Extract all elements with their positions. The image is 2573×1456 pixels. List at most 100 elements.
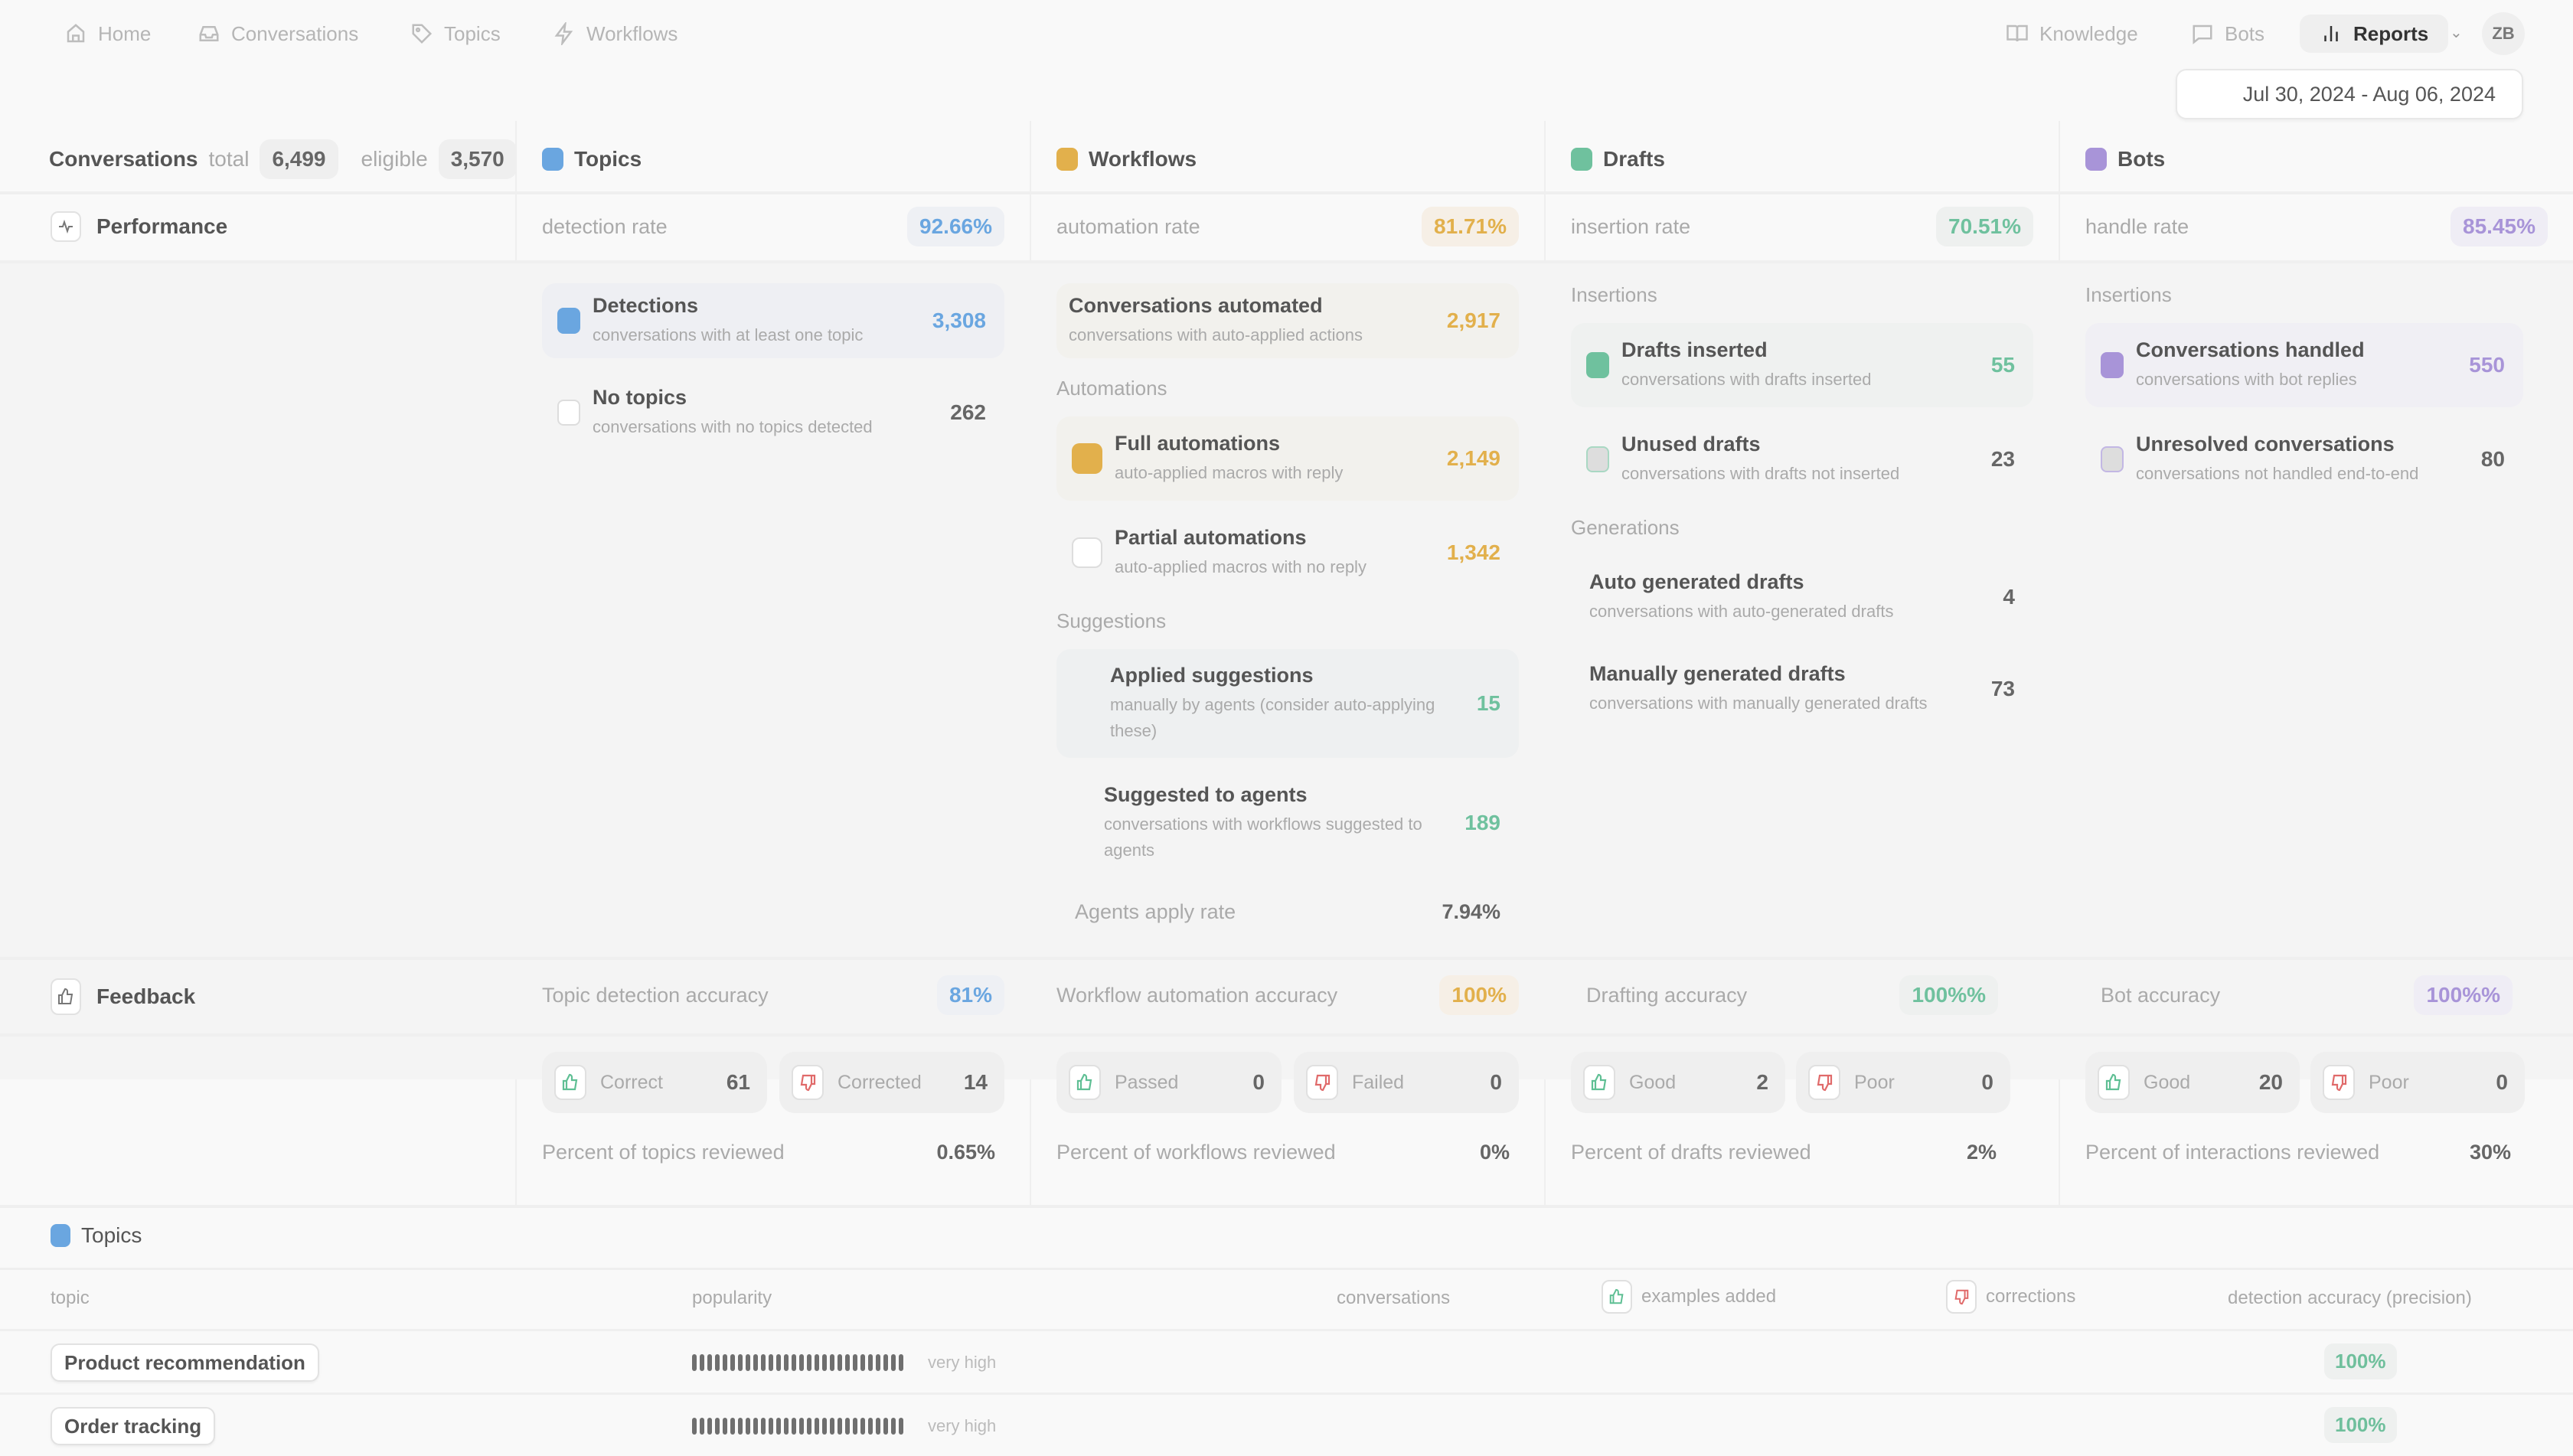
conversations-handled-title: Conversations handled bbox=[2136, 338, 2365, 361]
col-examples-added[interactable]: examples added bbox=[1602, 1280, 1776, 1314]
detections-value: 3,308 bbox=[932, 309, 986, 332]
conversations-handled-card[interactable]: Conversations handled conversations with … bbox=[2085, 323, 2523, 407]
unused-drafts-checkbox[interactable] bbox=[1586, 446, 1609, 472]
unresolved-conversations-checkbox[interactable] bbox=[2101, 446, 2124, 472]
partial-automations-card[interactable]: Partial automations auto-applied macros w… bbox=[1056, 513, 1519, 593]
topic-tag[interactable]: Order tracking bbox=[51, 1407, 216, 1445]
bots-good-button[interactable]: Good 20 bbox=[2085, 1052, 2300, 1113]
nav-knowledge[interactable]: Knowledge bbox=[2006, 17, 2138, 51]
popularity-tick bbox=[838, 1354, 842, 1371]
avatar[interactable]: ZB bbox=[2482, 12, 2525, 55]
corrected-button[interactable]: Corrected 14 bbox=[779, 1052, 1004, 1113]
detections-checkbox[interactable] bbox=[557, 308, 580, 334]
conversations-automated-card[interactable]: Conversations automated conversations wit… bbox=[1056, 283, 1519, 358]
unresolved-conversations-title: Unresolved conversations bbox=[2136, 432, 2395, 455]
drafting-accuracy-value: 100%% bbox=[1899, 975, 1998, 1015]
bots-poor-button[interactable]: Poor 0 bbox=[2310, 1052, 2525, 1113]
detections-subtitle: conversations with at least one topic bbox=[593, 325, 864, 344]
suggested-to-agents-card[interactable]: Suggested to agents conversations with wo… bbox=[1056, 769, 1519, 877]
popularity-tick bbox=[860, 1354, 865, 1371]
topic-detection-accuracy: Topic detection accuracy 81% bbox=[542, 972, 1004, 1018]
nav-workflows-label: Workflows bbox=[586, 21, 678, 45]
suggested-to-agents-value: 189 bbox=[1464, 811, 1500, 834]
full-automations-checkbox[interactable] bbox=[1072, 443, 1102, 474]
table-row[interactable]: Product recommendation very high 100% bbox=[0, 1331, 2573, 1392]
col-popularity-label: popularity bbox=[692, 1288, 772, 1308]
col-corrections[interactable]: corrections bbox=[1946, 1280, 2075, 1314]
popularity-tick bbox=[753, 1354, 758, 1371]
drafts-section-title: Drafts bbox=[1571, 136, 1665, 182]
col-popularity[interactable]: popularity bbox=[692, 1288, 772, 1309]
drafts-inserted-card[interactable]: Drafts inserted conversations with drafts… bbox=[1571, 323, 2033, 407]
nav-conversations[interactable]: Conversations bbox=[198, 17, 358, 51]
topic-tag[interactable]: Product recommendation bbox=[51, 1343, 319, 1382]
col-topic[interactable]: topic bbox=[51, 1288, 90, 1309]
partial-automations-checkbox[interactable] bbox=[1072, 537, 1102, 568]
no-topics-checkbox[interactable] bbox=[557, 400, 580, 426]
table-row[interactable]: Order tracking very high 100% bbox=[0, 1395, 2573, 1456]
workflow-accuracy-value: 100% bbox=[1439, 975, 1519, 1015]
correct-button[interactable]: Correct 61 bbox=[542, 1052, 767, 1113]
popularity-tick bbox=[784, 1418, 789, 1435]
popularity-tick bbox=[715, 1354, 720, 1371]
bots-good-label: Good bbox=[2144, 1071, 2191, 1093]
manually-generated-drafts-card[interactable]: Manually generated drafts conversations w… bbox=[1571, 649, 2033, 729]
popularity-tick bbox=[753, 1418, 758, 1435]
popularity-tick bbox=[868, 1418, 873, 1435]
popularity-tick bbox=[815, 1418, 819, 1435]
topics-color-swatch bbox=[542, 148, 563, 171]
conversations-handled-checkbox[interactable] bbox=[2101, 352, 2124, 378]
nav-bots[interactable]: Bots bbox=[2191, 17, 2264, 51]
applied-suggestions-title: Applied suggestions bbox=[1110, 663, 1314, 687]
popularity-tick bbox=[899, 1354, 903, 1371]
partial-automations-value: 1,342 bbox=[1446, 540, 1500, 564]
generations-header: Generations bbox=[1571, 516, 1680, 539]
popularity-tick bbox=[792, 1418, 796, 1435]
popularity-ticks bbox=[692, 1418, 903, 1435]
unresolved-conversations-card[interactable]: Unresolved conversations conversations no… bbox=[2085, 419, 2523, 499]
date-range-picker[interactable]: Jul 30, 2024 - Aug 06, 2024 bbox=[2176, 69, 2523, 119]
auto-generated-drafts-card[interactable]: Auto generated drafts conversations with … bbox=[1571, 557, 2033, 637]
popularity-tick bbox=[692, 1354, 697, 1371]
workflows-reviewed-value: 0% bbox=[1479, 1140, 1510, 1164]
popularity-tick bbox=[838, 1418, 842, 1435]
failed-count: 0 bbox=[1490, 1070, 1502, 1094]
nav-reports[interactable]: Reports bbox=[2300, 15, 2449, 53]
popularity-tick bbox=[860, 1418, 865, 1435]
popularity-tick bbox=[761, 1354, 766, 1371]
col-conversations[interactable]: conversations bbox=[1337, 1288, 1450, 1309]
full-automations-subtitle: auto-applied macros with reply bbox=[1115, 462, 1344, 482]
feedback-body: Correct 61 Corrected 14 Percent of topic… bbox=[0, 1037, 2573, 1205]
full-automations-card[interactable]: Full automations auto-applied macros with… bbox=[1056, 416, 1519, 501]
conversations-summary: Conversations total 6,499 eligible 3,570 bbox=[49, 136, 517, 182]
drafts-reviewed: Percent of drafts reviewed 2% bbox=[1571, 1133, 1997, 1171]
chevron-down-icon[interactable]: ⌄ bbox=[2450, 23, 2463, 42]
correct-count: 61 bbox=[726, 1070, 750, 1094]
drafts-inserted-checkbox[interactable] bbox=[1586, 352, 1609, 378]
section-header-row: Conversations total 6,499 eligible 3,570… bbox=[0, 121, 2573, 191]
nav-knowledge-label: Knowledge bbox=[2039, 21, 2138, 45]
suggestions-header: Suggestions bbox=[1056, 609, 1167, 632]
total-count: 6,499 bbox=[260, 139, 338, 179]
drafts-good-button[interactable]: Good 2 bbox=[1571, 1052, 1785, 1113]
passed-button[interactable]: Passed 0 bbox=[1056, 1052, 1282, 1113]
applied-suggestions-card[interactable]: Applied suggestions manually by agents (c… bbox=[1056, 649, 1519, 758]
no-topics-title: No topics bbox=[593, 385, 687, 409]
popularity-tick bbox=[876, 1418, 880, 1435]
nav-home[interactable]: Home bbox=[64, 17, 151, 51]
automated-title: Conversations automated bbox=[1069, 293, 1323, 317]
no-topics-card[interactable]: No topics conversations with no topics de… bbox=[542, 375, 1004, 450]
nav-workflows[interactable]: Workflows bbox=[553, 17, 678, 51]
drafts-poor-button[interactable]: Poor 0 bbox=[1796, 1052, 2010, 1113]
failed-button[interactable]: Failed 0 bbox=[1294, 1052, 1519, 1113]
detection-rate-value: 92.66% bbox=[907, 207, 1004, 246]
col-detection-accuracy[interactable]: detection accuracy (precision) bbox=[2228, 1288, 2472, 1309]
popularity-tick bbox=[746, 1354, 750, 1371]
unused-drafts-card[interactable]: Unused drafts conversations with drafts n… bbox=[1571, 419, 2033, 499]
popularity-tick bbox=[799, 1354, 804, 1371]
automated-value: 2,917 bbox=[1446, 309, 1500, 332]
detections-card[interactable]: Detections conversations with at least on… bbox=[542, 283, 1004, 358]
popularity-tick bbox=[891, 1418, 896, 1435]
nav-topics[interactable]: Topics bbox=[410, 17, 501, 51]
popularity-tick bbox=[792, 1354, 796, 1371]
